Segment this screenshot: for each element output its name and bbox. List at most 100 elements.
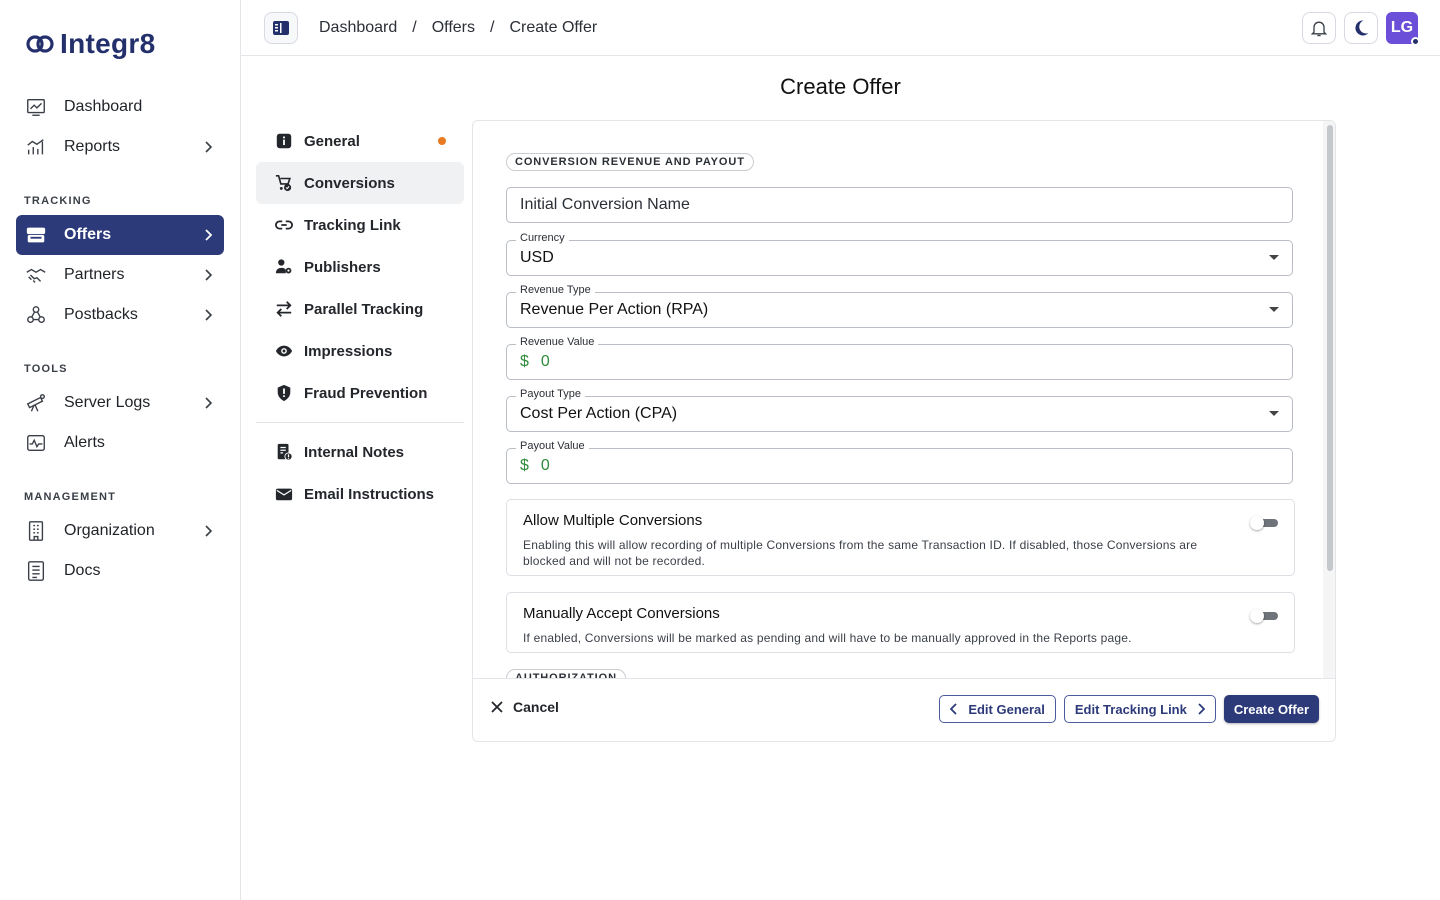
- edit-general-label: Edit General: [968, 701, 1045, 717]
- nav-label: Dashboard: [64, 98, 143, 115]
- handshake-icon: [24, 263, 48, 287]
- subnav-label: Publishers: [304, 258, 381, 276]
- top-header: Dashboard / Offers / Create Offer LG: [241, 0, 1440, 56]
- brand-logo[interactable]: Integr8: [24, 28, 155, 60]
- link-icon: [274, 215, 294, 235]
- create-offer-button[interactable]: Create Offer: [1223, 695, 1319, 723]
- sidebar-panel-icon: [273, 21, 289, 35]
- page-title: Create Offer: [780, 74, 901, 99]
- subnav-conversions[interactable]: Conversions: [256, 162, 464, 204]
- conversion-name-placeholder: Initial Conversion Name: [520, 196, 690, 213]
- nav-item-offers[interactable]: Offers: [16, 215, 224, 255]
- revenue-type-select[interactable]: Revenue Type Revenue Per Action (RPA): [506, 284, 1293, 328]
- breadcrumb-dashboard[interactable]: Dashboard: [319, 19, 397, 37]
- setting-description: If enabled, Conversions will be marked a…: [523, 631, 1132, 645]
- chevron-right-icon: [200, 139, 216, 155]
- theme-toggle-button[interactable]: [1344, 12, 1378, 44]
- payout-type-select[interactable]: Payout Type Cost Per Action (CPA): [506, 388, 1293, 432]
- logo-icon: [26, 35, 54, 53]
- nav-item-docs[interactable]: Docs: [16, 551, 224, 591]
- header-actions: LG: [1302, 12, 1420, 46]
- shield-icon: [274, 383, 294, 403]
- nav-item-postbacks[interactable]: Postbacks: [16, 295, 224, 335]
- building-icon: [24, 519, 48, 543]
- cancel-button[interactable]: Cancel: [491, 699, 559, 715]
- nav-item-alerts[interactable]: Alerts: [16, 423, 224, 463]
- footer-actions: Edit General Edit Tracking Link Create O…: [939, 695, 1319, 723]
- conversions-form-card: CONVERSION REVENUE AND PAYOUT Initial Co…: [472, 120, 1336, 742]
- nav-item-dashboard[interactable]: Dashboard: [16, 87, 224, 127]
- revenue-value: 0: [540, 353, 550, 370]
- currency-label: Currency: [516, 232, 569, 244]
- avatar-initials: LG: [1390, 19, 1414, 36]
- scrollbar-thumb[interactable]: [1327, 125, 1333, 571]
- nav-label: Alerts: [64, 434, 105, 451]
- sidebar: Integr8 Dashboard Reports TRACKING Offer…: [0, 0, 241, 900]
- user-avatar[interactable]: LG: [1386, 12, 1420, 46]
- subnav-general[interactable]: General: [256, 120, 464, 162]
- payout-value-label: Payout Value: [516, 440, 589, 452]
- manual-accept-toggle[interactable]: [1250, 609, 1278, 623]
- caret-down-icon: [1269, 307, 1279, 312]
- close-icon: [491, 701, 503, 713]
- subnav-publishers[interactable]: Publishers: [256, 246, 464, 288]
- allow-multiple-conversions-setting: Allow Multiple Conversions Enabling this…: [506, 499, 1295, 576]
- bar-chart-icon: [24, 135, 48, 159]
- subnav-parallel-tracking[interactable]: Parallel Tracking: [256, 288, 464, 330]
- setting-title: Manually Accept Conversions: [523, 605, 720, 622]
- pulse-icon: [24, 431, 48, 455]
- payout-value-input[interactable]: Payout Value $ 0: [506, 440, 1293, 484]
- incomplete-indicator: [438, 137, 446, 145]
- breadcrumb-offers[interactable]: Offers: [432, 19, 475, 37]
- breadcrumb: Dashboard / Offers / Create Offer: [319, 0, 597, 56]
- nav-label: Organization: [64, 522, 155, 539]
- subnav-label: Conversions: [304, 174, 395, 192]
- sidebar-toggle-button[interactable]: [264, 12, 298, 44]
- brand-name: Integr8: [60, 28, 156, 59]
- subnav-tracking-link[interactable]: Tracking Link: [256, 204, 464, 246]
- nav-item-partners[interactable]: Partners: [16, 255, 224, 295]
- nav-item-server-logs[interactable]: Server Logs: [16, 383, 224, 423]
- currency-prefix: $: [520, 353, 529, 370]
- arrows-swap-icon: [274, 299, 294, 319]
- nav-label: Reports: [64, 138, 121, 155]
- scrollbar-track[interactable]: [1323, 121, 1335, 680]
- setting-description: Enabling this will allow recording of mu…: [523, 538, 1198, 568]
- cart-icon: [274, 173, 294, 193]
- conversion-name-input[interactable]: Initial Conversion Name: [506, 187, 1293, 223]
- nav-item-reports[interactable]: Reports: [16, 127, 224, 167]
- notes-icon: [274, 442, 294, 462]
- chevron-right-icon: [200, 307, 216, 323]
- manually-accept-conversions-setting: Manually Accept Conversions If enabled, …: [506, 592, 1295, 653]
- subnav-fraud-prevention[interactable]: Fraud Prevention: [256, 372, 464, 414]
- breadcrumb-separator: /: [490, 19, 495, 36]
- breadcrumb-separator: /: [412, 19, 417, 36]
- form-scroll-area[interactable]: CONVERSION REVENUE AND PAYOUT Initial Co…: [473, 121, 1323, 680]
- revenue-type-label: Revenue Type: [516, 284, 595, 296]
- allow-multiple-toggle[interactable]: [1250, 516, 1278, 530]
- info-icon: [274, 131, 294, 151]
- payout-value: 0: [540, 457, 550, 474]
- envelope-icon: [274, 484, 294, 504]
- subnav-impressions[interactable]: Impressions: [256, 330, 464, 372]
- form-footer: Cancel Edit General Edit Tracking Link C…: [473, 678, 1335, 741]
- revenue-value-label: Revenue Value: [516, 336, 599, 348]
- edit-general-button[interactable]: Edit General: [939, 695, 1056, 723]
- notifications-button[interactable]: [1302, 12, 1336, 44]
- edit-tracking-link-label: Edit Tracking Link: [1074, 701, 1187, 717]
- telescope-icon: [24, 391, 48, 415]
- currency-select[interactable]: Currency USD: [506, 232, 1293, 276]
- subnav-label: Tracking Link: [304, 216, 401, 234]
- offer-sections-nav: General Conversions Tracking Link Publis…: [256, 120, 464, 515]
- chevron-left-icon: [950, 703, 957, 715]
- edit-tracking-link-button[interactable]: Edit Tracking Link: [1063, 695, 1216, 723]
- create-offer-label: Create Offer: [1233, 701, 1309, 717]
- subnav-label: General: [304, 132, 360, 150]
- revenue-value-input[interactable]: Revenue Value $ 0: [506, 336, 1293, 380]
- subnav-label: Email Instructions: [304, 485, 435, 503]
- subnav-internal-notes[interactable]: Internal Notes: [256, 431, 464, 473]
- subnav-email-instructions[interactable]: Email Instructions: [256, 473, 464, 515]
- nav-section-management: MANAGEMENT: [24, 491, 117, 503]
- nav-label: Offers: [64, 226, 112, 243]
- nav-item-organization[interactable]: Organization: [16, 511, 224, 551]
